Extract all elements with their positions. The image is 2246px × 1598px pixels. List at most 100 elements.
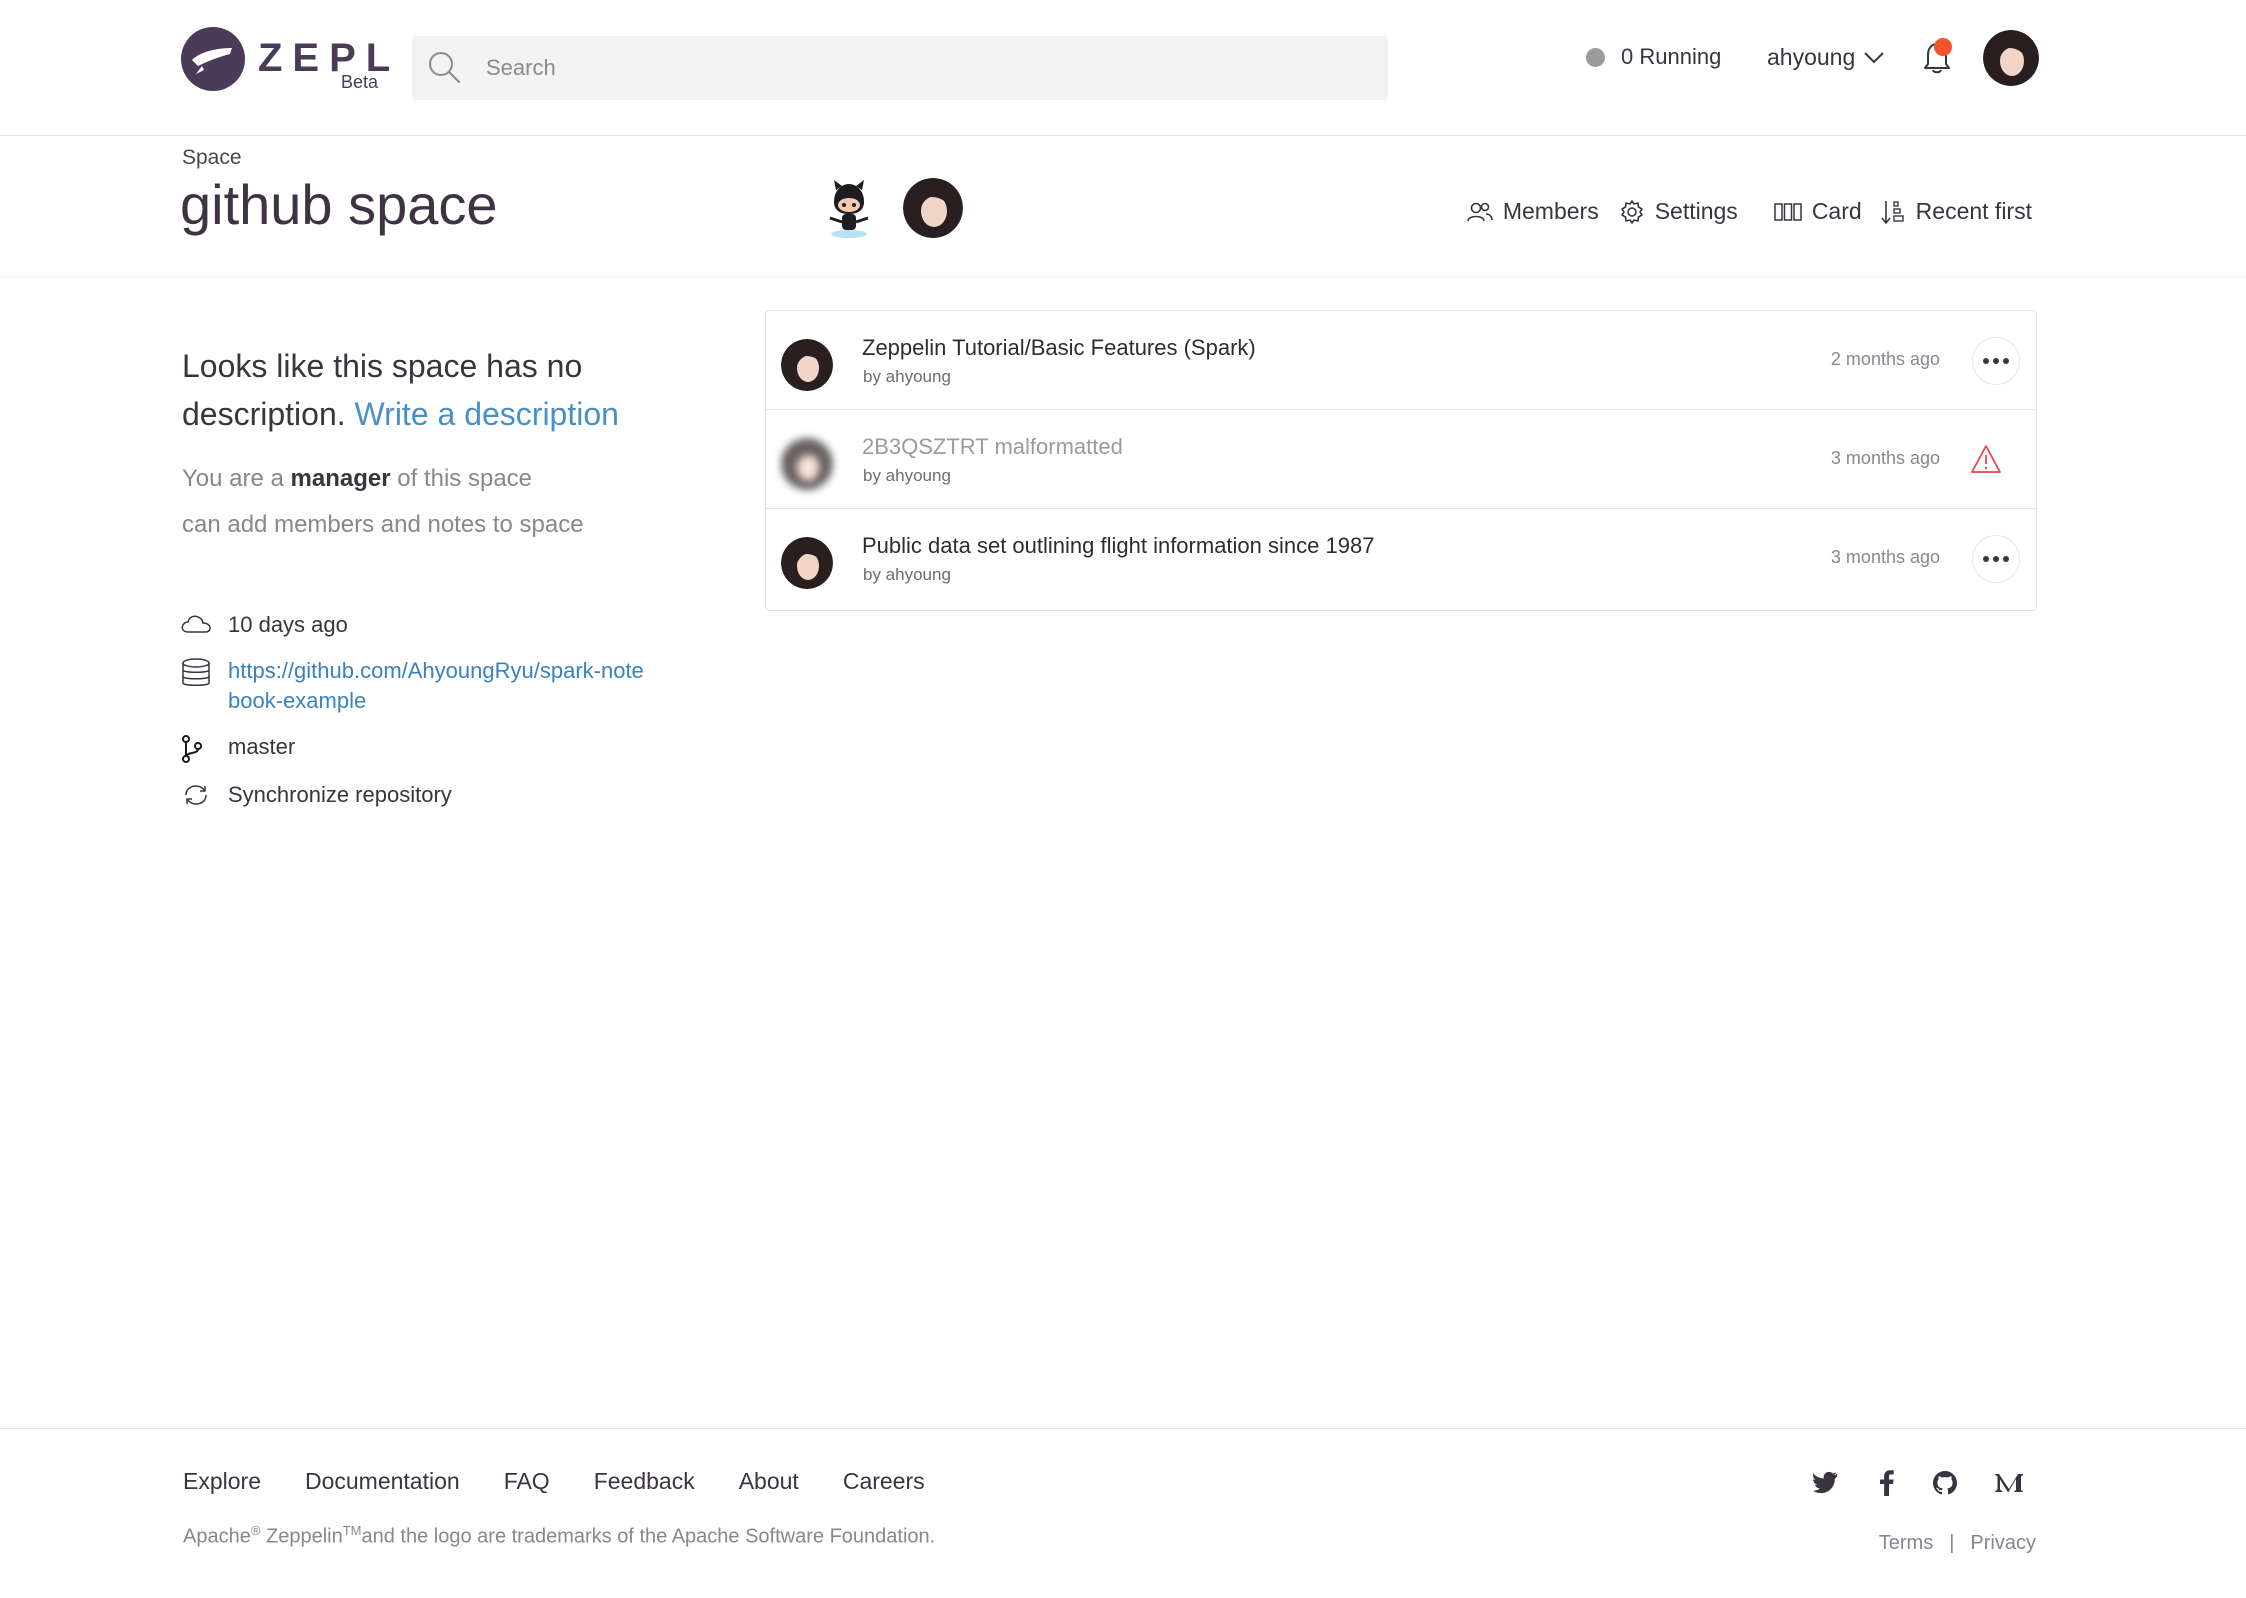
privacy-link[interactable]: Privacy: [1970, 1532, 2036, 1555]
dot-icon: [1993, 556, 1999, 562]
members-label: Members: [1502, 198, 1599, 224]
role-permissions: can add members and notes to space: [182, 511, 584, 538]
chevron-down-icon: [1864, 51, 1884, 63]
legal-separator: |: [1949, 1532, 1955, 1554]
space-label: Space: [182, 146, 242, 169]
space-title: github space: [180, 173, 498, 236]
footer-link-feedback[interactable]: Feedback: [594, 1468, 695, 1495]
logo-beta-label: Beta: [340, 72, 378, 92]
settings-label: Settings: [1654, 198, 1738, 224]
twitter-icon[interactable]: [1812, 1471, 1840, 1495]
note-row[interactable]: 2B3QSZTRT malformatted by ahyoung 3 mont…: [766, 410, 2036, 509]
sync-label: Synchronize repository: [228, 782, 452, 807]
space-toolbar: Members Settings Card Recent first: [1447, 198, 2032, 225]
footer: [0, 1428, 2246, 1598]
members-button[interactable]: Members: [1467, 198, 1599, 225]
facebook-icon[interactable]: [1876, 1470, 1896, 1496]
note-row[interactable]: Zeppelin Tutorial/Basic Features (Spark)…: [766, 311, 2036, 410]
footer-link-explore[interactable]: Explore: [183, 1468, 261, 1495]
note-row[interactable]: Public data set outlining flight informa…: [766, 509, 2036, 610]
footer-link-documentation[interactable]: Documentation: [305, 1468, 460, 1495]
more-options-button[interactable]: [1972, 337, 2020, 385]
status-dot-icon: [1586, 47, 1605, 67]
search-icon: [429, 52, 460, 83]
social-links: [1812, 1470, 2060, 1496]
username-label: ahyoung: [1767, 44, 1856, 70]
meta-repo: https://github.com/AhyoungRyu/spark-note…: [180, 656, 660, 716]
notification-badge: [1934, 38, 1952, 56]
running-status[interactable]: 0 Running: [1586, 44, 1721, 70]
running-count-label: 0 Running: [1621, 44, 1722, 69]
sort-button[interactable]: Recent first: [1880, 198, 2032, 225]
role-prefix: You are a: [182, 465, 284, 492]
logo-word: ZEPL: [258, 36, 401, 80]
trademark-apache: Apache: [183, 1525, 251, 1548]
meta-branch: master: [180, 732, 660, 764]
sync-repository-button[interactable]: Synchronize repository: [180, 780, 660, 810]
search-bar[interactable]: [412, 36, 1388, 100]
member-avatar[interactable]: [903, 178, 963, 238]
database-icon: [182, 658, 210, 686]
footer-link-faq[interactable]: FAQ: [504, 1468, 550, 1495]
role-info: You are a manager of this space can add …: [182, 456, 584, 548]
members-icon: [1467, 202, 1493, 221]
dot-icon: [1983, 556, 1989, 562]
dot-icon: [2003, 358, 2009, 364]
role-suffix: of this space: [397, 465, 533, 492]
trademark-notice: Apache® ZeppelinTMand the logo are trade…: [183, 1523, 935, 1549]
space-meta: 10 days ago https://github.com/AhyoungRy…: [180, 610, 660, 826]
medium-icon[interactable]: [1994, 1471, 2024, 1495]
footer-link-careers[interactable]: Careers: [843, 1468, 925, 1495]
note-time: 3 months ago: [1830, 448, 1940, 468]
updated-time: 10 days ago: [228, 612, 348, 637]
space-description: Looks like this space has no description…: [182, 342, 662, 438]
dot-icon: [1983, 358, 1989, 364]
note-time: 2 months ago: [1830, 349, 1940, 369]
note-author-avatar: [781, 339, 833, 391]
note-author-avatar: [781, 438, 833, 490]
note-title[interactable]: Zeppelin Tutorial/Basic Features (Spark): [862, 335, 1256, 361]
note-author: by ahyoung: [863, 466, 951, 485]
note-title[interactable]: Public data set outlining flight informa…: [862, 533, 1374, 559]
more-options-button[interactable]: [1972, 535, 2020, 583]
role-name: manager: [290, 465, 391, 492]
repo-link[interactable]: https://github.com/AhyoungRyu/spark-note…: [228, 656, 648, 716]
note-title[interactable]: 2B3QSZTRT malformatted: [862, 434, 1123, 460]
legal-links: Terms | Privacy: [1879, 1532, 2036, 1555]
card-label: Card: [1811, 198, 1862, 224]
dot-icon: [2003, 556, 2009, 562]
user-dropdown[interactable]: ahyoung: [1767, 44, 1885, 71]
gear-icon: [1620, 199, 1643, 224]
sync-icon: [185, 785, 207, 805]
dot-icon: [1993, 358, 1999, 364]
card-view-icon: [1774, 202, 1802, 221]
trademark-text: and the logo are trademarks of the Apach…: [361, 1525, 936, 1548]
github-icon[interactable]: [1932, 1470, 1958, 1496]
footer-links: Explore Documentation FAQ Feedback About…: [183, 1468, 969, 1495]
note-author-avatar: [781, 537, 833, 589]
trademark-mark: TM: [342, 1523, 362, 1538]
zepl-logo[interactable]: ZEPL Beta: [180, 26, 390, 92]
terms-link[interactable]: Terms: [1879, 1532, 1933, 1555]
note-author: by ahyoung: [863, 565, 951, 584]
trademark-zeppelin: Zeppelin: [266, 1525, 343, 1548]
github-octocat-icon: [829, 180, 869, 238]
footer-link-about[interactable]: About: [739, 1468, 799, 1495]
note-time: 3 months ago: [1830, 547, 1940, 567]
settings-button[interactable]: Settings: [1619, 198, 1738, 225]
sort-icon: [1881, 200, 1904, 224]
user-avatar[interactable]: [1983, 30, 2039, 86]
write-description-link[interactable]: Write a description: [355, 396, 619, 432]
zepl-logo-icon: [181, 27, 245, 91]
card-view-button[interactable]: Card: [1774, 198, 1862, 225]
note-author: by ahyoung: [863, 367, 951, 386]
branch-name: master: [228, 734, 296, 759]
notes-list: Zeppelin Tutorial/Basic Features (Spark)…: [765, 310, 2037, 611]
meta-updated: 10 days ago: [180, 610, 660, 640]
sort-label: Recent first: [1915, 198, 2032, 224]
warning-icon[interactable]: [1970, 444, 2002, 474]
registered-mark: ®: [250, 1523, 261, 1538]
git-branch-icon: [182, 735, 202, 763]
search-input[interactable]: [486, 55, 1366, 81]
cloud-icon: [181, 615, 211, 633]
